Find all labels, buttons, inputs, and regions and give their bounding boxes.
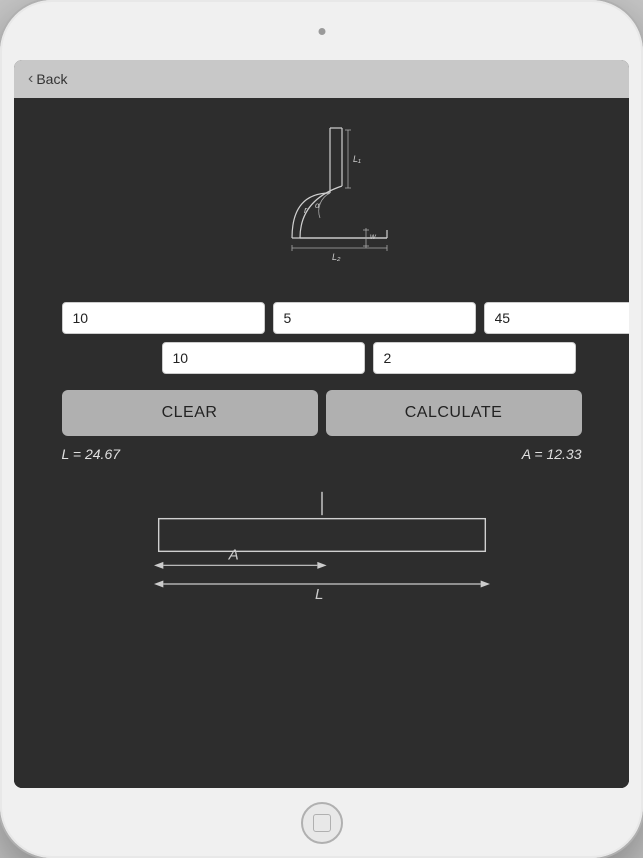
- home-button-inner: [313, 814, 331, 832]
- buttons-row: CLEAR CALCULATE: [62, 390, 582, 436]
- input-angle[interactable]: [484, 302, 630, 334]
- clear-button[interactable]: CLEAR: [62, 390, 318, 436]
- svg-text:w: w: [370, 232, 377, 241]
- bend-diagram-container: L₁ r w L₂: [212, 118, 432, 278]
- svg-text:A: A: [227, 546, 238, 563]
- result-A: A = 12.33: [522, 446, 582, 462]
- home-button[interactable]: [301, 802, 343, 844]
- result-L: L = 24.67: [62, 446, 121, 462]
- input-d[interactable]: [62, 302, 265, 334]
- svg-text:L₂: L₂: [332, 252, 341, 262]
- input-r[interactable]: [273, 302, 476, 334]
- back-chevron-icon: ‹: [28, 70, 33, 88]
- nav-bar: ‹ Back: [14, 60, 629, 98]
- bottom-diagram-svg: A L: [112, 486, 532, 603]
- bottom-diagram-container: A L: [112, 486, 532, 608]
- svg-text:L₁: L₁: [353, 154, 361, 164]
- bend-diagram-svg: L₁ r w L₂: [212, 118, 432, 278]
- input-k[interactable]: [373, 342, 576, 374]
- back-button[interactable]: ‹ Back: [28, 71, 67, 88]
- tablet-camera: [318, 28, 325, 35]
- results-row: L = 24.67 A = 12.33: [62, 446, 582, 462]
- svg-text:α: α: [315, 201, 320, 210]
- back-label: Back: [36, 71, 67, 87]
- content-area: L₁ r w L₂: [14, 98, 629, 788]
- screen: ‹ Back: [14, 60, 629, 788]
- tablet-frame: ‹ Back: [0, 0, 643, 858]
- calculate-button[interactable]: CALCULATE: [326, 390, 582, 436]
- svg-text:L: L: [315, 586, 323, 602]
- top-inputs-row: [62, 302, 582, 334]
- bottom-inputs-row: [162, 342, 482, 374]
- input-t[interactable]: [162, 342, 365, 374]
